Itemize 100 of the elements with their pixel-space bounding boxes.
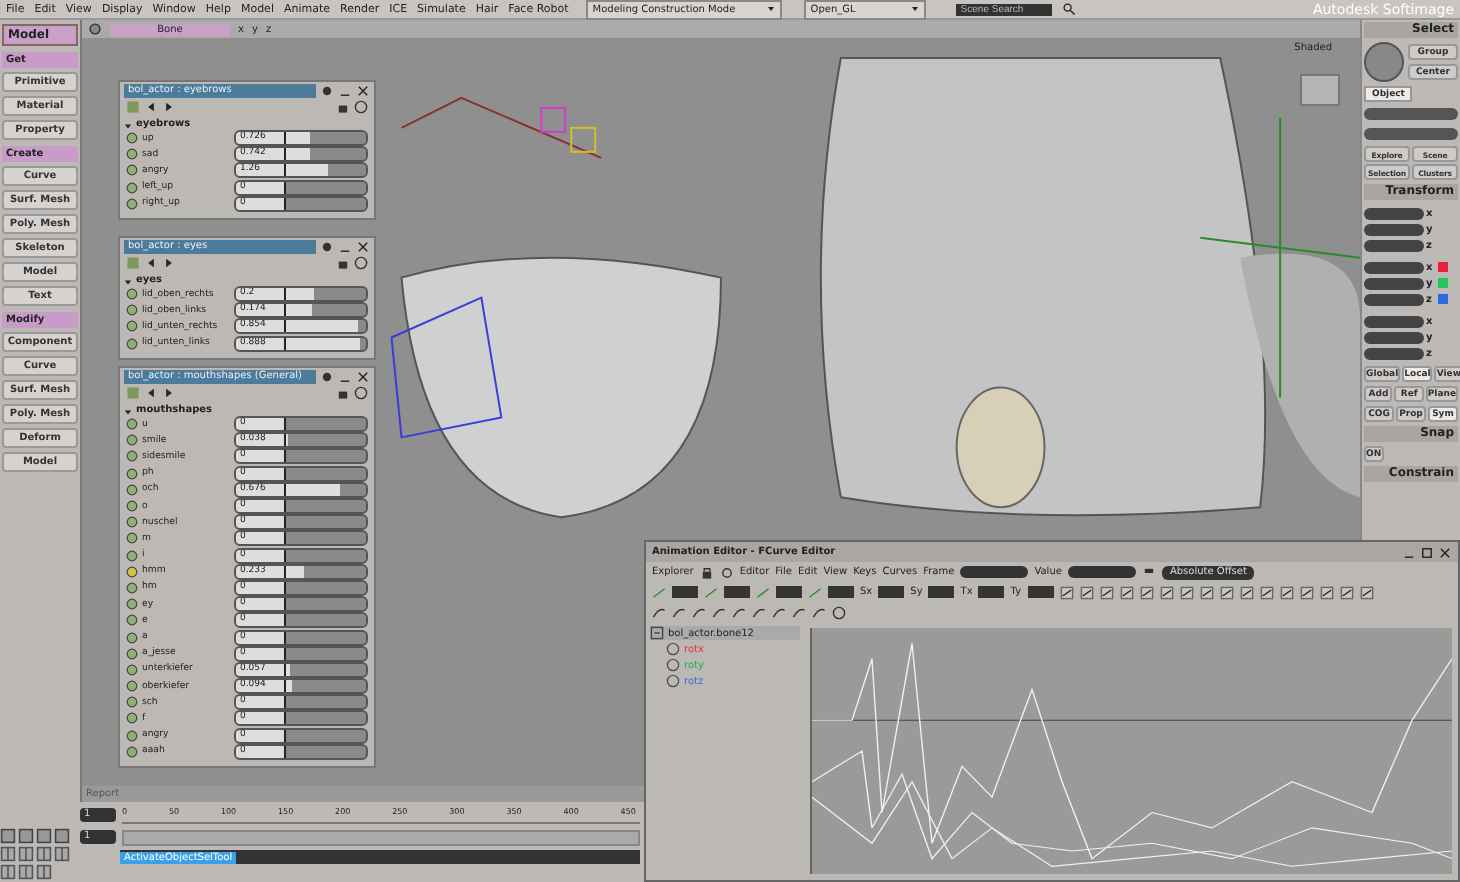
key-field[interactable] [828,586,854,598]
axis-color-swatch[interactable] [1438,294,1448,304]
scale-field[interactable] [978,586,1005,598]
transform-field[interactable] [1364,207,1424,219]
forward-arrow-icon[interactable] [162,256,176,270]
transform-field[interactable] [1364,331,1424,343]
key-icon[interactable] [126,434,138,447]
key-icon[interactable] [126,549,138,562]
filter-field[interactable] [1364,128,1458,140]
key-icon[interactable] [126,181,138,194]
key-icon[interactable] [126,712,138,725]
layout-icon[interactable] [18,846,34,863]
expand-triangle-icon[interactable] [124,119,132,127]
curve-tool-icon[interactable] [1239,585,1254,599]
transform-field[interactable] [1364,347,1424,359]
key-icon[interactable] [126,500,138,513]
key-icon[interactable] [126,418,138,431]
close-icon[interactable] [356,369,370,383]
key-toggle-icon[interactable] [126,256,140,270]
curve-tool-icon[interactable] [1199,585,1214,599]
curve-tool-icon[interactable] [1339,585,1354,599]
key-icon[interactable] [126,164,138,177]
curve-tool-icon[interactable] [1319,585,1334,599]
back-arrow-icon[interactable] [144,256,158,270]
key-icon[interactable] [126,532,138,545]
scale-field[interactable] [1027,586,1054,598]
key-icon[interactable] [126,581,138,594]
key-icon[interactable] [126,516,138,529]
layout-icon[interactable] [36,864,52,881]
key-icon[interactable] [126,320,138,333]
curve-tool-icon[interactable] [1099,585,1114,599]
key-field[interactable] [776,586,802,598]
key-icon[interactable] [126,565,138,578]
scale-field[interactable] [928,586,955,598]
axis-color-swatch[interactable] [1438,278,1448,288]
key-icon[interactable] [126,696,138,709]
filter-field[interactable] [1364,108,1458,120]
back-arrow-icon[interactable] [144,386,158,400]
key-field[interactable] [672,586,698,598]
transform-field[interactable] [1364,315,1424,327]
frame-field[interactable] [960,566,1029,578]
expand-triangle-icon[interactable] [124,405,132,413]
search-icon[interactable] [1062,2,1077,16]
expand-triangle-icon[interactable] [124,275,132,283]
tool-icon[interactable] [1141,565,1156,579]
key-icon[interactable] [126,450,138,463]
key-icon[interactable] [126,148,138,161]
key-icon[interactable] [126,680,138,693]
scale-field[interactable] [878,586,905,598]
key-icon[interactable] [126,483,138,496]
maximize-icon[interactable] [1420,545,1434,559]
close-icon[interactable] [356,83,370,97]
key-icon[interactable] [126,745,138,758]
curve-tool-icon[interactable] [1219,585,1234,599]
curve-tool-icon[interactable] [1139,585,1154,599]
key-toggle-icon[interactable] [126,386,140,400]
key-toggle-icon[interactable] [126,100,140,114]
curve-tool-icon[interactable] [1359,585,1374,599]
curve-tool-icon[interactable] [1119,585,1134,599]
key-icon[interactable] [126,132,138,145]
key-icon[interactable] [126,663,138,676]
key-icon[interactable] [126,614,138,627]
expand-icon[interactable] [650,626,664,640]
layout-icon[interactable] [0,846,16,863]
layout-icon[interactable] [18,864,34,881]
close-icon[interactable] [356,239,370,253]
pin-icon[interactable] [320,239,334,253]
layout-icon[interactable] [36,846,52,863]
curve-tool-icon[interactable] [1299,585,1314,599]
key-icon[interactable] [126,197,138,210]
transform-field[interactable] [1364,239,1424,251]
curve-tool-icon[interactable] [1159,585,1174,599]
curve-tool-icon[interactable] [1279,585,1294,599]
key-icon[interactable] [126,647,138,660]
pin-icon[interactable] [320,369,334,383]
curve-tool-icon[interactable] [1059,585,1074,599]
curve-tool-icon[interactable] [1259,585,1274,599]
key-field[interactable] [724,586,750,598]
key-icon[interactable] [126,598,138,611]
key-icon[interactable] [126,288,138,301]
forward-arrow-icon[interactable] [162,386,176,400]
forward-arrow-icon[interactable] [162,100,176,114]
key-icon[interactable] [126,467,138,480]
pin-icon[interactable] [320,83,334,97]
caret-icon[interactable] [910,4,921,14]
back-arrow-icon[interactable] [144,100,158,114]
close-icon[interactable] [1438,545,1452,559]
layout-icon[interactable] [0,864,16,881]
value-field[interactable] [1067,566,1136,578]
key-icon[interactable] [126,729,138,742]
transform-field[interactable] [1364,277,1424,289]
key-icon[interactable] [126,304,138,317]
caret-icon[interactable] [766,4,777,14]
key-icon[interactable] [126,631,138,644]
layout-icon[interactable] [54,846,70,863]
key-icon[interactable] [126,337,138,350]
axis-color-swatch[interactable] [1438,262,1448,272]
transform-field[interactable] [1364,293,1424,305]
transform-field[interactable] [1364,223,1424,235]
transform-field[interactable] [1364,261,1424,273]
